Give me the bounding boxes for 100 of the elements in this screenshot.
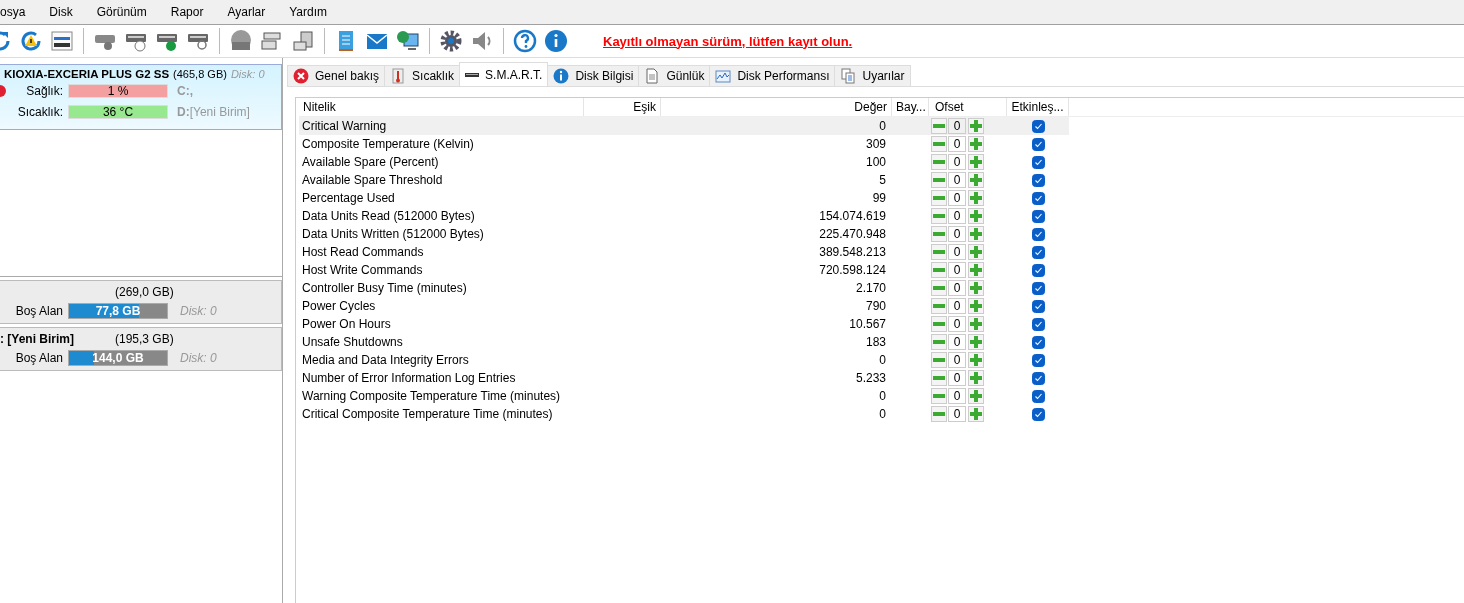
- offset-field[interactable]: 0: [948, 352, 966, 368]
- offset-field[interactable]: 0: [948, 118, 966, 134]
- table-row[interactable]: Host Write Commands 720.598.124 0: [299, 261, 1069, 279]
- checkbox[interactable]: [1031, 173, 1045, 187]
- plus-button[interactable]: [968, 244, 984, 260]
- info-icon[interactable]: [544, 29, 568, 53]
- minus-button[interactable]: [931, 388, 947, 404]
- minus-button[interactable]: [931, 154, 947, 170]
- table-row[interactable]: Media and Data Integrity Errors 0 0: [299, 351, 1069, 369]
- table-row[interactable]: Percentage Used 99 0: [299, 189, 1069, 207]
- offset-field[interactable]: 0: [948, 406, 966, 422]
- checkbox[interactable]: [1031, 227, 1045, 241]
- table-row[interactable]: Unsafe Shutdowns 183 0: [299, 333, 1069, 351]
- table-row[interactable]: Power Cycles 790 0: [299, 297, 1069, 315]
- table-row[interactable]: Data Units Written (512000 Bytes) 225.470.948 0: [299, 225, 1069, 243]
- plus-button[interactable]: [968, 316, 984, 332]
- plus-button[interactable]: [968, 262, 984, 278]
- offset-field[interactable]: 0: [948, 136, 966, 152]
- offset-field[interactable]: 0: [948, 262, 966, 278]
- offset-field[interactable]: 0: [948, 298, 966, 314]
- plus-button[interactable]: [968, 208, 984, 224]
- settings-icon[interactable]: [439, 29, 463, 53]
- menu-item[interactable]: Görünüm: [84, 5, 159, 19]
- plus-button[interactable]: [968, 370, 984, 386]
- minus-button[interactable]: [931, 118, 947, 134]
- table-row[interactable]: Available Spare Threshold 5 0: [299, 171, 1069, 189]
- table-row[interactable]: Warning Composite Temperature Time (minutes) 0 0: [299, 387, 1069, 405]
- menu-item[interactable]: Ayarlar: [215, 5, 278, 19]
- offset-field[interactable]: 0: [948, 370, 966, 386]
- plus-button[interactable]: [968, 406, 984, 422]
- minus-button[interactable]: [931, 280, 947, 296]
- minus-button[interactable]: [931, 172, 947, 188]
- partition-card[interactable]: (269,0 GB) Boş Alan 77,8 GB Disk: 0: [0, 280, 282, 324]
- checkbox[interactable]: [1031, 335, 1045, 349]
- offset-field[interactable]: 0: [948, 316, 966, 332]
- checkbox[interactable]: [1031, 191, 1045, 205]
- checkbox[interactable]: [1031, 299, 1045, 313]
- plus-button[interactable]: [968, 352, 984, 368]
- minus-button[interactable]: [931, 352, 947, 368]
- menu-item[interactable]: Yardım: [277, 5, 339, 19]
- offset-field[interactable]: 0: [948, 226, 966, 242]
- checkbox[interactable]: [1031, 263, 1045, 277]
- drives-icon[interactable]: [260, 29, 284, 53]
- registration-link[interactable]: Kayıtlı olmayan sürüm, lütfen kayıt olun.: [603, 33, 853, 49]
- table-row[interactable]: Host Read Commands 389.548.213 0: [299, 243, 1069, 261]
- offset-field[interactable]: 0: [948, 154, 966, 170]
- offset-field[interactable]: 0: [948, 172, 966, 188]
- checkbox[interactable]: [1031, 119, 1045, 133]
- menu-item[interactable]: Rapor: [158, 5, 216, 19]
- table-row[interactable]: Critical Composite Temperature Time (minutes) 0 0: [299, 405, 1069, 423]
- minus-button[interactable]: [931, 262, 947, 278]
- disk-card[interactable]: KIOXIA-EXCERIA PLUS G2 SS (465,8 GB) Disk: 0 Sağlık: 1 % C:, Sıcaklık: 36 °C D:[Yeni Birim]: [0, 64, 282, 130]
- offset-field[interactable]: 0: [948, 388, 966, 404]
- tab[interactable]: Sıcaklık: [384, 65, 461, 86]
- minus-button[interactable]: [931, 298, 947, 314]
- tab[interactable]: Uyarılar: [834, 65, 911, 86]
- plus-button[interactable]: [968, 154, 984, 170]
- menu-item[interactable]: Disk: [37, 5, 85, 19]
- table-row[interactable]: Available Spare (Percent) 100 0: [299, 153, 1069, 171]
- plus-button[interactable]: [968, 280, 984, 296]
- minus-button[interactable]: [931, 136, 947, 152]
- checkbox[interactable]: [1031, 137, 1045, 151]
- checkbox[interactable]: [1031, 407, 1045, 421]
- column-header[interactable]: Ofset: [929, 98, 1007, 116]
- disk-icon[interactable]: [229, 29, 253, 53]
- column-header[interactable]: Bay...: [892, 98, 929, 116]
- minus-button[interactable]: [931, 208, 947, 224]
- plus-button[interactable]: [968, 388, 984, 404]
- table-row[interactable]: Composite Temperature (Kelvin) 309 0: [299, 135, 1069, 153]
- plus-button[interactable]: [968, 298, 984, 314]
- checkbox[interactable]: [1031, 317, 1045, 331]
- plus-button[interactable]: [968, 172, 984, 188]
- tab[interactable]: Genel bakış: [287, 65, 386, 86]
- globe-computer-icon[interactable]: [396, 29, 420, 53]
- tab[interactable]: Disk Bilgisi: [547, 65, 640, 86]
- checkbox[interactable]: [1031, 281, 1045, 295]
- column-header[interactable]: Etkinleş...: [1007, 98, 1069, 116]
- table-row[interactable]: Critical Warning 0 0: [299, 117, 1069, 135]
- offset-field[interactable]: 0: [948, 208, 966, 224]
- checkbox[interactable]: [1031, 245, 1045, 259]
- offset-field[interactable]: 0: [948, 190, 966, 206]
- refresh-warning-icon[interactable]: [19, 29, 43, 53]
- minus-button[interactable]: [931, 226, 947, 242]
- minus-button[interactable]: [931, 334, 947, 350]
- column-header[interactable]: Eşik: [584, 98, 661, 116]
- minus-button[interactable]: [931, 406, 947, 422]
- checkbox[interactable]: [1031, 353, 1045, 367]
- drive-box-icon[interactable]: [291, 29, 315, 53]
- minus-button[interactable]: [931, 316, 947, 332]
- plus-button[interactable]: [968, 226, 984, 242]
- minus-button[interactable]: [931, 190, 947, 206]
- offset-field[interactable]: 0: [948, 244, 966, 260]
- column-header[interactable]: Değer: [661, 98, 892, 116]
- column-header[interactable]: Nitelik: [299, 98, 584, 116]
- checkbox[interactable]: [1031, 389, 1045, 403]
- tab[interactable]: Günlük: [638, 65, 711, 86]
- checkbox[interactable]: [1031, 371, 1045, 385]
- tab[interactable]: Disk Performansı: [709, 65, 836, 86]
- plus-button[interactable]: [968, 118, 984, 134]
- checkbox[interactable]: [1031, 155, 1045, 169]
